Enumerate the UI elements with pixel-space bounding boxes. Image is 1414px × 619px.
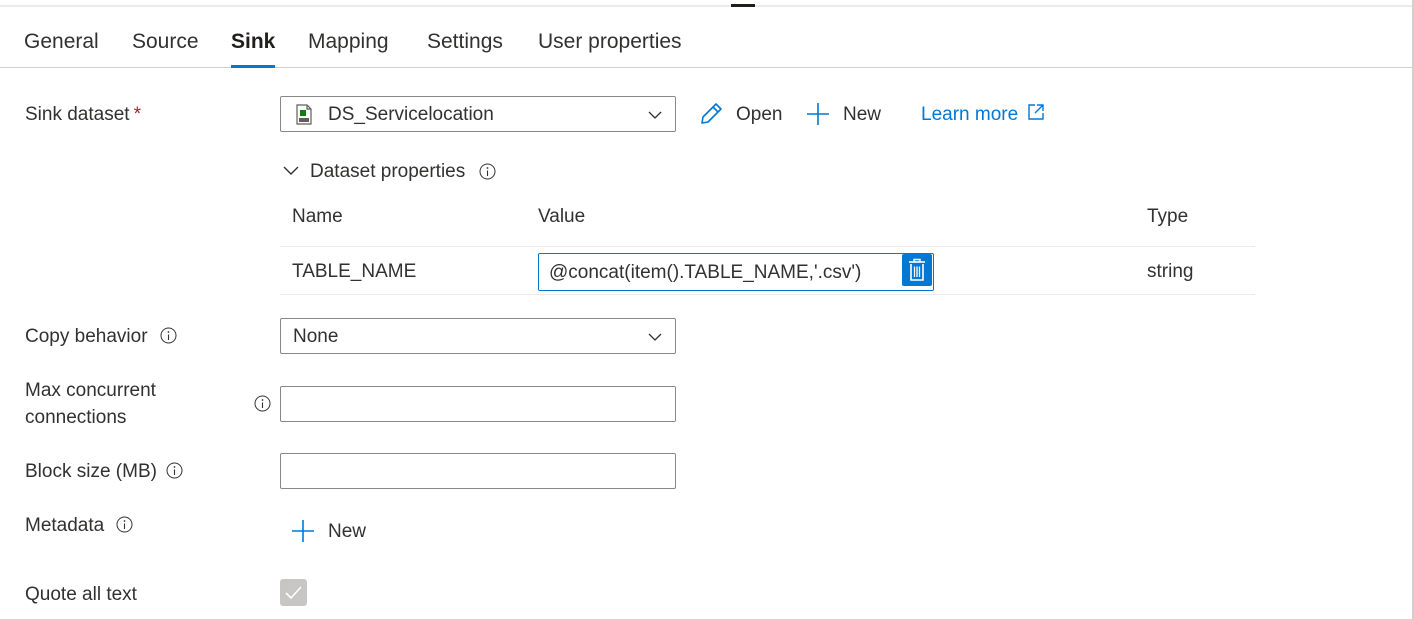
tab-mapping[interactable]: Mapping [308, 28, 389, 68]
panel-resize-grip[interactable] [731, 4, 755, 7]
info-icon [254, 395, 271, 412]
new-label: New [843, 104, 882, 125]
copy-behavior-select[interactable]: None [280, 318, 676, 354]
column-header-type: Type [1147, 206, 1189, 227]
new-dataset-button[interactable]: New [806, 101, 886, 129]
checkmark-icon [285, 586, 302, 600]
open-label: Open [736, 104, 783, 125]
table-row-divider [280, 246, 1255, 247]
info-icon [116, 516, 133, 533]
tab-source[interactable]: Source [132, 28, 199, 68]
column-header-name: Name [292, 206, 343, 227]
sink-dataset-value: DS_Servicelocation [328, 104, 494, 125]
chevron-down-icon [648, 333, 662, 341]
copy-behavior-label: Copy behavior [25, 326, 148, 347]
csv-file-icon [296, 104, 312, 125]
chevron-down-icon [648, 111, 662, 119]
external-link-icon [1028, 104, 1044, 120]
required-marker: * [133, 104, 141, 125]
param-value-input[interactable]: @concat(item().TABLE_NAME,'.csv') [538, 253, 934, 291]
metadata-new-label: New [328, 521, 367, 542]
info-icon [479, 163, 496, 180]
quote-all-text-label: Quote all text [25, 584, 137, 605]
max-concurrent-label-line2: connections [25, 407, 127, 428]
sink-dataset-label-text: Sink dataset [25, 104, 130, 125]
delete-value-button[interactable] [902, 254, 932, 286]
tab-user-properties[interactable]: User properties [538, 28, 682, 68]
param-value-text: @concat(item().TABLE_NAME,'.csv') [549, 262, 862, 283]
block-size-label: Block size (MB) [25, 461, 157, 482]
pencil-icon [701, 103, 722, 124]
plus-icon [807, 103, 829, 125]
quote-all-text-checkbox[interactable] [280, 579, 307, 606]
max-concurrent-label-line1: Max concurrent [25, 380, 156, 401]
tab-sink[interactable]: Sink [231, 28, 276, 68]
param-type-cell: string [1147, 261, 1194, 282]
learn-more-label: Learn more [921, 104, 1019, 125]
block-size-input[interactable] [280, 453, 676, 489]
column-header-value: Value [538, 206, 586, 227]
sink-dataset-label: Sink dataset * [25, 104, 141, 126]
dataset-properties-label: Dataset properties [310, 161, 466, 182]
top-divider [0, 5, 1414, 7]
chevron-down-icon [283, 166, 299, 175]
add-metadata-button[interactable]: New [291, 518, 371, 546]
max-concurrent-connections-input[interactable] [280, 386, 676, 422]
tab-bar: General Source Sink Mapping Settings Use… [0, 28, 1412, 68]
info-icon [160, 327, 177, 344]
sink-dataset-select[interactable]: DS_Servicelocation [280, 96, 676, 132]
table-row-divider [280, 294, 1255, 295]
tab-general[interactable]: General [24, 28, 99, 68]
param-name-cell: TABLE_NAME [292, 261, 417, 282]
open-dataset-button[interactable]: Open [699, 101, 789, 129]
copy-behavior-value: None [293, 326, 339, 347]
metadata-label: Metadata [25, 515, 105, 536]
trash-icon [909, 258, 925, 281]
learn-more-link[interactable]: Learn more [921, 104, 1044, 126]
plus-icon [292, 520, 314, 542]
tab-settings[interactable]: Settings [427, 28, 503, 68]
info-icon [166, 462, 183, 479]
